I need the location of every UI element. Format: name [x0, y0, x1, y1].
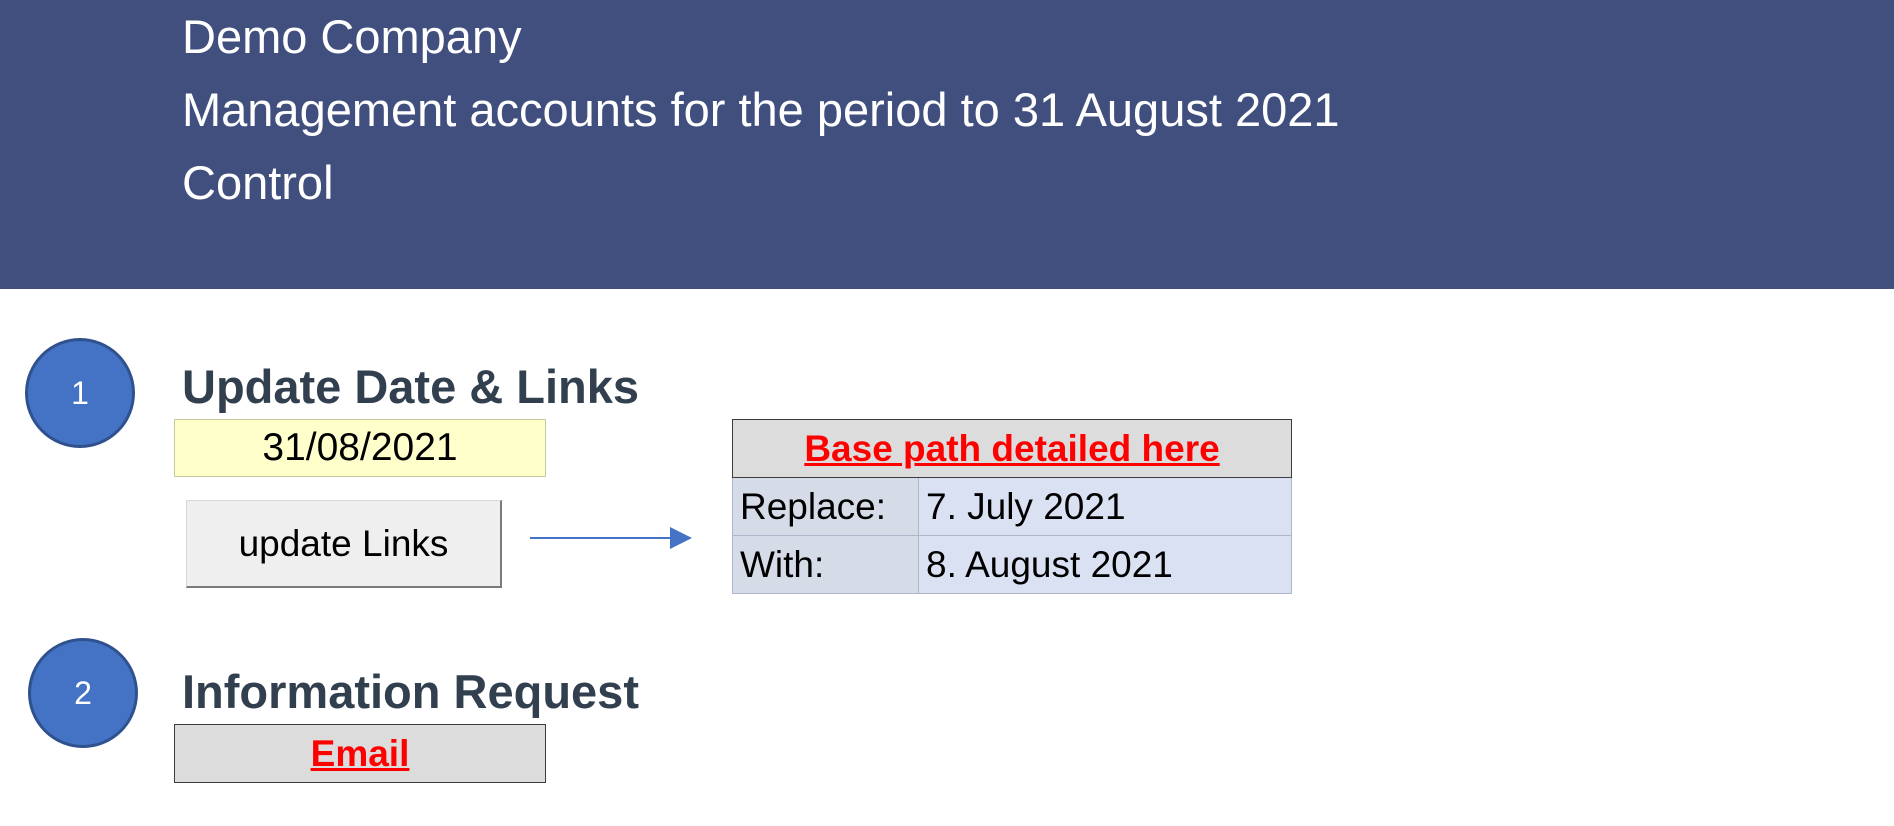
update-links-button[interactable]: update Links — [186, 500, 502, 588]
step-1-circle: 1 — [25, 338, 135, 448]
email-link[interactable]: Email — [174, 724, 546, 783]
step-2-circle: 2 — [28, 638, 138, 748]
replace-row: Replace: 7. July 2021 — [732, 478, 1292, 536]
with-row: With: 8. August 2021 — [732, 536, 1292, 594]
base-path-link[interactable]: Base path detailed here — [732, 419, 1292, 478]
base-path-table: Base path detailed here Replace: 7. July… — [732, 419, 1292, 594]
with-label: With: — [733, 536, 919, 593]
control-sheet: Demo Company Management accounts for the… — [0, 0, 1894, 826]
company-name: Demo Company — [182, 10, 522, 63]
report-subtitle: Management accounts for the period to 31… — [182, 83, 1340, 136]
section-title-update-date-links: Update Date & Links — [182, 360, 640, 413]
header-banner: Demo Company Management accounts for the… — [0, 0, 1894, 289]
sheet-name: Control — [182, 156, 334, 209]
with-value-cell[interactable]: 8. August 2021 — [919, 536, 1291, 593]
period-date-cell[interactable]: 31/08/2021 — [174, 419, 546, 477]
replace-label: Replace: — [733, 478, 919, 535]
arrow-right-icon — [530, 527, 692, 549]
section-title-information-request: Information Request — [182, 665, 639, 718]
replace-value-cell[interactable]: 7. July 2021 — [919, 478, 1291, 535]
